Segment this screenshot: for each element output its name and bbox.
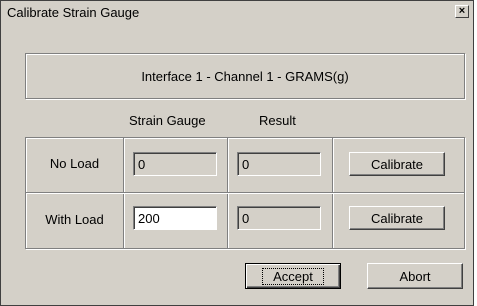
calibration-grid: No Load Calibrate With Load Calibrate [25,137,465,249]
channel-header-text: Interface 1 - Channel 1 - GRAMS(g) [141,68,349,84]
row-label-no-load: No Load [49,156,100,171]
column-header-strain-gauge: Strain Gauge [129,113,206,128]
close-button[interactable]: × [455,5,469,18]
grid-divider [123,138,124,248]
no-load-strain-gauge-field [133,152,217,176]
with-load-result-field [237,206,321,230]
no-load-result-field [237,152,321,176]
with-load-strain-gauge-input[interactable] [133,206,217,230]
title-bar[interactable]: Calibrate Strain Gauge × [3,3,471,22]
with-load-calibrate-button[interactable]: Calibrate [349,206,445,230]
column-header-result: Result [259,113,296,128]
accept-button[interactable]: Accept [245,263,341,289]
calibrate-dialog: Calibrate Strain Gauge × Interface 1 - C… [0,0,474,306]
grid-divider [26,192,464,193]
abort-button[interactable]: Abort [367,263,463,289]
no-load-calibrate-button[interactable]: Calibrate [349,152,445,176]
grid-divider [227,138,228,248]
accept-button-label: Accept [262,267,324,285]
grid-divider [332,138,333,248]
row-label-with-load: With Load [45,212,104,227]
channel-header-panel: Interface 1 - Channel 1 - GRAMS(g) [25,53,465,99]
window-title: Calibrate Strain Gauge [7,5,140,20]
